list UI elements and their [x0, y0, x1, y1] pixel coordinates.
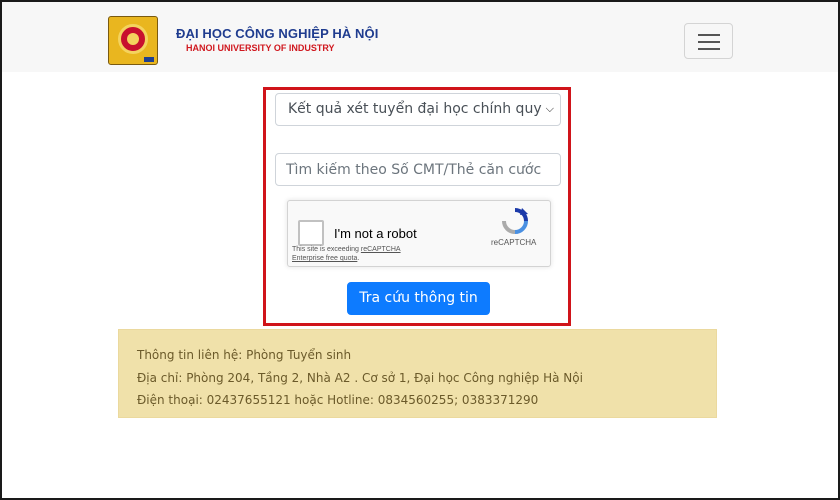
- select-value: Kết quả xét tuyển đại học chính quy: [288, 101, 542, 117]
- search-input[interactable]: [275, 153, 561, 186]
- seal-core: [127, 33, 139, 45]
- recaptcha-brand: reCAPTCHA: [491, 238, 537, 247]
- hamburger-menu-icon[interactable]: [684, 23, 733, 59]
- captcha-note-link[interactable]: reCAPTCHA: [361, 246, 401, 253]
- navbar: ĐẠI HỌC CÔNG NGHIỆP HÀ NỘI HANOI UNIVERS…: [2, 2, 838, 72]
- phone-line: Điện thoại: 02437655121 hoặc Hotline: 08…: [137, 393, 539, 407]
- menu-bar-middle: [698, 41, 720, 43]
- address-line: Địa chỉ: Phòng 204, Tầng 2, Nhà A2 . Cơ …: [137, 370, 583, 385]
- recaptcha-logo-icon: [502, 208, 528, 234]
- recaptcha-widget: I'm not a robot This site is exceeding r…: [287, 200, 551, 267]
- captcha-checkbox[interactable]: [298, 220, 324, 246]
- menu-bar-top: [698, 34, 720, 36]
- captcha-note-prefix: This site is exceeding: [292, 246, 361, 253]
- chevron-down-icon: ⌵: [545, 102, 554, 115]
- search-submit-button[interactable]: Tra cứu thông tin: [347, 282, 490, 315]
- captcha-quota-link[interactable]: Enterprise free quota: [292, 255, 357, 262]
- university-seal-icon[interactable]: [108, 16, 158, 65]
- contact-line: Thông tin liên hệ: Phòng Tuyển sinh: [137, 348, 352, 362]
- brand-name-vn[interactable]: ĐẠI HỌC CÔNG NGHIỆP HÀ NỘI: [176, 26, 378, 41]
- captcha-quota-note: This site is exceeding reCAPTCHA Enterpr…: [292, 245, 432, 263]
- seal-tag: [144, 57, 154, 62]
- captcha-label: I'm not a robot: [334, 226, 417, 241]
- brand-name-en[interactable]: HANOI UNIVERSITY OF INDUSTRY: [186, 43, 335, 53]
- contact-info-box: Thông tin liên hệ: Phòng Tuyển sinh Địa …: [118, 329, 717, 418]
- menu-bar-bottom: [698, 48, 720, 50]
- captcha-note-suffix: .: [357, 255, 360, 262]
- result-type-select[interactable]: Kết quả xét tuyển đại học chính quy ⌵: [275, 93, 561, 126]
